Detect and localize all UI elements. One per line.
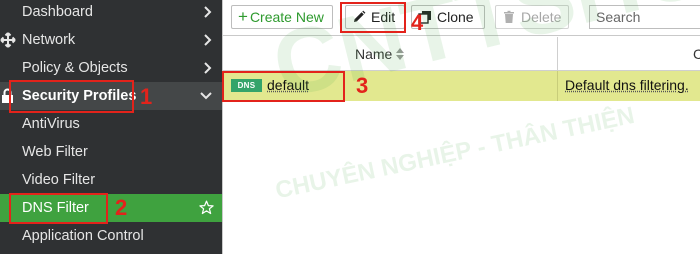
sidebar-item-video-filter[interactable]: Video Filter <box>0 166 222 194</box>
network-arrows-icon <box>0 32 16 48</box>
highlight-security-profiles <box>9 80 134 113</box>
create-new-label: Create New <box>249 9 324 25</box>
main-panel: + Create New Edit Clone Delete Search Na… <box>222 0 700 254</box>
trash-icon <box>504 10 514 23</box>
watermark-tagline: CHUYÊN NGHIỆP - THÂN THIỆN <box>273 101 637 205</box>
column-divider <box>557 71 558 101</box>
column-divider <box>557 37 558 71</box>
create-new-button[interactable]: + Create New <box>231 5 333 29</box>
step-number-1: 1 <box>140 84 153 109</box>
table-header: Name C <box>223 37 700 71</box>
sidebar-item-antivirus[interactable]: AntiVirus <box>0 110 222 138</box>
chevron-down-icon <box>200 92 212 100</box>
sidebar-item-label: AntiVirus <box>22 116 80 132</box>
sidebar-item-label: Network <box>22 32 76 48</box>
sidebar-item-label: Dashboard <box>22 4 93 20</box>
column-header-name[interactable]: Name <box>355 46 405 62</box>
toolbar: + Create New Edit Clone Delete <box>223 0 700 36</box>
highlight-edit-button <box>340 2 406 33</box>
step-number-3: 3 <box>356 73 369 98</box>
chevron-right-icon <box>204 34 212 46</box>
sort-icon <box>396 48 405 60</box>
highlight-default-profile <box>222 71 345 102</box>
chevron-right-icon <box>204 62 212 74</box>
sidebar-item-dashboard[interactable]: Dashboard <box>0 0 222 26</box>
clone-label: Clone <box>437 9 474 25</box>
sidebar-item-label: Video Filter <box>22 172 96 188</box>
step-number-4: 4 <box>411 10 424 35</box>
sidebar-item-web-filter[interactable]: Web Filter <box>0 138 222 166</box>
sidebar-item-application-control[interactable]: Application Control <box>0 222 222 250</box>
step-number-2: 2 <box>115 195 128 220</box>
highlight-dns-filter <box>9 193 108 224</box>
sidebar-item-label: Web Filter <box>22 144 88 160</box>
star-icon[interactable] <box>199 200 214 215</box>
delete-label: Delete <box>521 9 562 25</box>
sidebar-item-label: Application Control <box>22 228 144 244</box>
sidebar-item-network[interactable]: Network <box>0 26 222 54</box>
chevron-right-icon <box>204 6 212 18</box>
row-comment: Default dns filtering. <box>565 77 689 93</box>
sidebar-item-policy-objects[interactable]: Policy & Objects <box>0 54 222 82</box>
plus-icon: + <box>238 7 248 26</box>
column-header-comments[interactable]: C <box>693 46 700 62</box>
delete-button[interactable]: Delete <box>495 5 569 29</box>
sidebar-item-label: Policy & Objects <box>22 60 128 76</box>
search-input[interactable] <box>589 5 700 29</box>
column-header-label: Name <box>355 46 393 62</box>
